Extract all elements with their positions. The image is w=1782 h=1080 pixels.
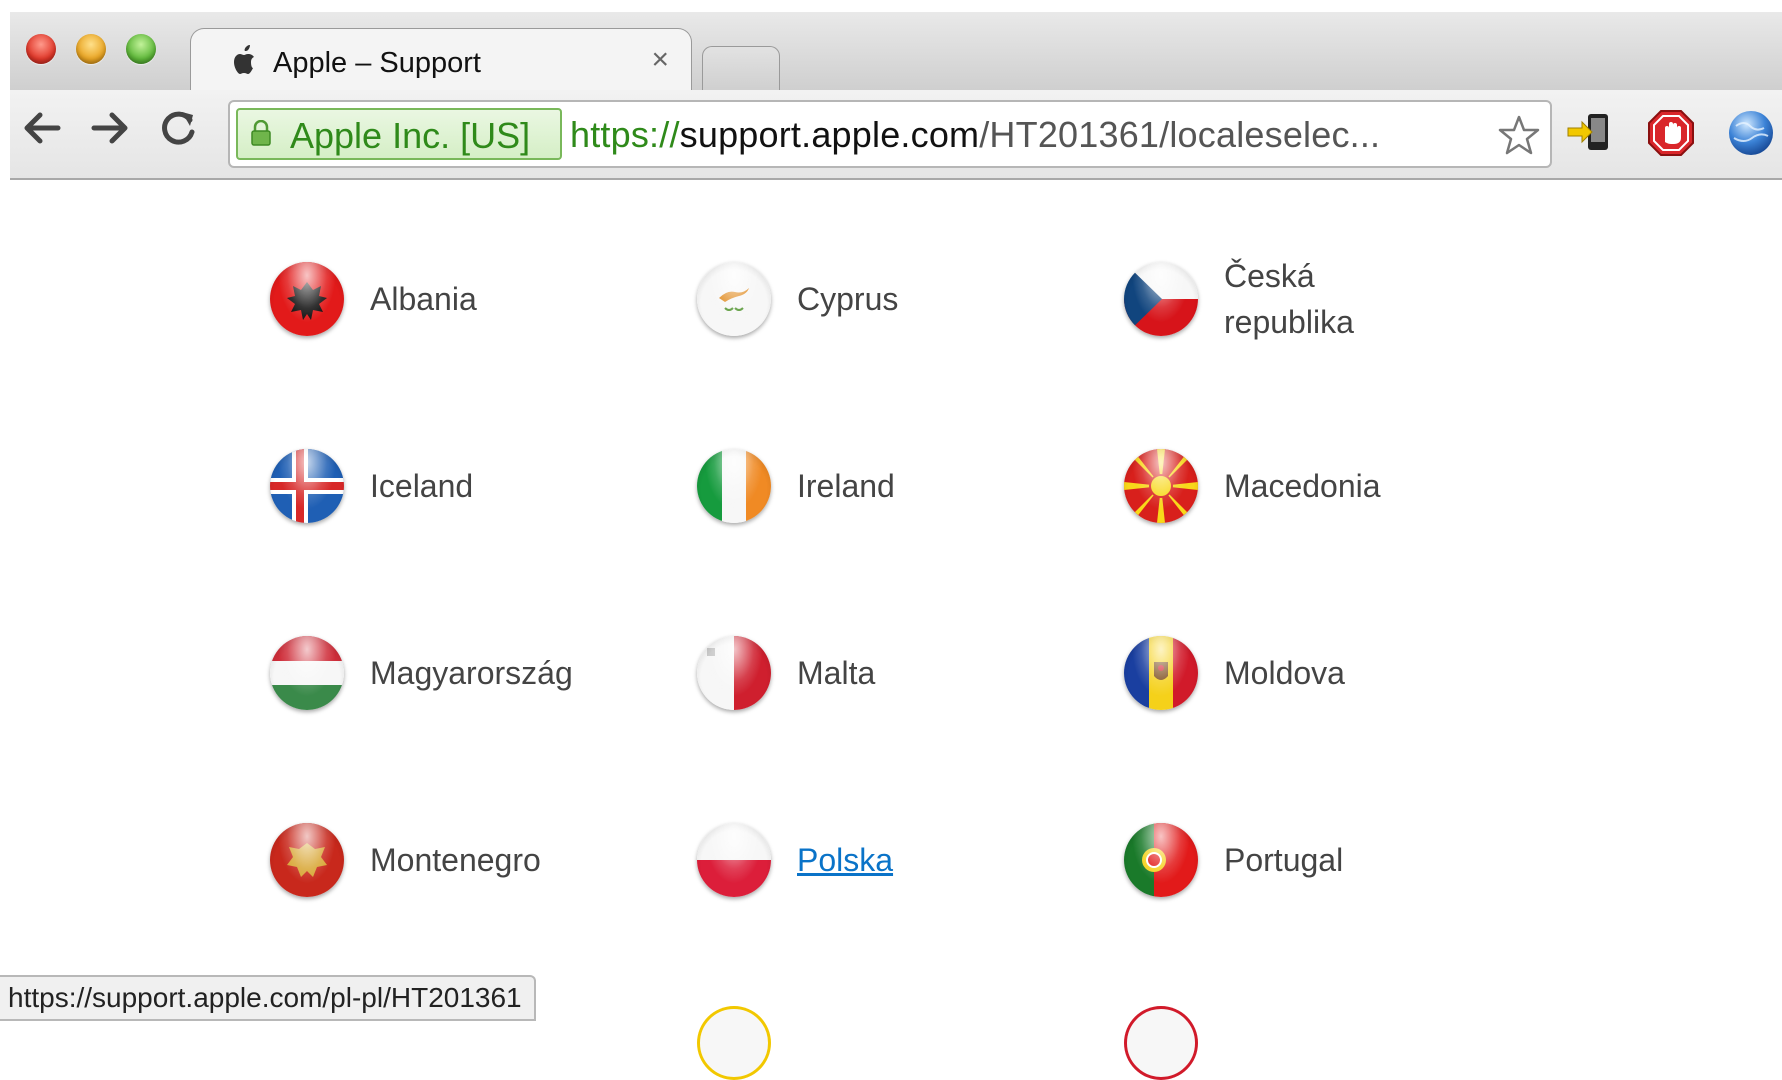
url-path: /HT201361/localeselec... bbox=[979, 114, 1381, 155]
country-item-malta[interactable]: Malta bbox=[697, 633, 875, 713]
country-item-portugal[interactable]: Portugal bbox=[1124, 820, 1343, 900]
country-name[interactable]: Magyarország bbox=[370, 650, 573, 696]
title-bar: Apple – Support × bbox=[10, 12, 1782, 95]
bookmark-star-icon[interactable] bbox=[1498, 114, 1540, 156]
country-item-polska[interactable]: Polska bbox=[697, 820, 893, 900]
country-item-iceland[interactable]: Iceland bbox=[270, 446, 473, 526]
country-item-albania[interactable]: Albania bbox=[270, 259, 477, 339]
next-row-flag-icon bbox=[1124, 1006, 1198, 1080]
tab-close-icon[interactable]: × bbox=[651, 43, 669, 77]
albania-flag-icon bbox=[270, 262, 344, 336]
portugal-flag-icon bbox=[1124, 823, 1198, 897]
cyprus-flag-icon bbox=[697, 262, 771, 336]
country-name[interactable]: Macedonia bbox=[1224, 463, 1381, 509]
back-arrow-icon[interactable] bbox=[20, 106, 64, 158]
macedonia-flag-icon bbox=[1124, 449, 1198, 523]
country-item-moldova[interactable]: Moldova bbox=[1124, 633, 1345, 713]
apple-logo-icon bbox=[231, 45, 259, 85]
country-name[interactable]: Cyprus bbox=[797, 276, 898, 322]
tab-title: Apple – Support bbox=[273, 47, 481, 79]
new-tab-button[interactable] bbox=[702, 46, 780, 91]
send-to-phone-extension-icon[interactable] bbox=[1566, 108, 1616, 158]
country-name[interactable]: Česká republika bbox=[1224, 253, 1374, 345]
reload-icon[interactable] bbox=[156, 106, 200, 158]
next-row-flag-icon bbox=[697, 1006, 771, 1080]
country-item-ceska-republika[interactable]: Česká republika bbox=[1124, 258, 1374, 340]
country-name[interactable]: Montenegro bbox=[370, 837, 541, 883]
lock-icon bbox=[251, 120, 271, 146]
address-bar[interactable]: Apple Inc. [US] https://support.apple.co… bbox=[228, 100, 1552, 168]
country-name[interactable]: Ireland bbox=[797, 463, 895, 509]
tab-apple-support[interactable]: Apple – Support × bbox=[190, 28, 692, 95]
country-item-magyarorszag[interactable]: Magyarország bbox=[270, 633, 573, 713]
country-name-link[interactable]: Polska bbox=[797, 837, 893, 883]
ireland-flag-icon bbox=[697, 449, 771, 523]
ev-organization-label: Apple Inc. [US] bbox=[290, 115, 531, 156]
country-name[interactable]: Albania bbox=[370, 276, 477, 322]
minimize-window-button[interactable] bbox=[76, 34, 106, 64]
country-name[interactable]: Malta bbox=[797, 650, 875, 696]
montenegro-flag-icon bbox=[270, 823, 344, 897]
adblock-extension-icon[interactable] bbox=[1646, 108, 1696, 158]
forward-arrow-icon[interactable] bbox=[88, 106, 132, 158]
country-item-macedonia[interactable]: Macedonia bbox=[1124, 446, 1381, 526]
country-name[interactable]: Iceland bbox=[370, 463, 473, 509]
country-name[interactable]: Moldova bbox=[1224, 650, 1345, 696]
globe-extension-icon[interactable] bbox=[1726, 108, 1776, 158]
country-item-ireland[interactable]: Ireland bbox=[697, 446, 895, 526]
ev-certificate-badge[interactable]: Apple Inc. [US] bbox=[236, 108, 562, 160]
moldova-flag-icon bbox=[1124, 636, 1198, 710]
url-scheme: https:// bbox=[570, 114, 680, 155]
country-item-cyprus[interactable]: Cyprus bbox=[697, 259, 898, 339]
zoom-window-button[interactable] bbox=[126, 34, 156, 64]
hungary-flag-icon bbox=[270, 636, 344, 710]
czech-flag-icon bbox=[1124, 262, 1198, 336]
close-window-button[interactable] bbox=[26, 34, 56, 64]
status-bar-url: https://support.apple.com/pl-pl/HT201361 bbox=[0, 975, 536, 1021]
country-name[interactable]: Portugal bbox=[1224, 837, 1343, 883]
toolbar: Apple Inc. [US] https://support.apple.co… bbox=[10, 90, 1782, 180]
url-text[interactable]: https://support.apple.com/HT201361/local… bbox=[570, 114, 1380, 156]
country-item-montenegro[interactable]: Montenegro bbox=[270, 820, 541, 900]
malta-flag-icon bbox=[697, 636, 771, 710]
url-domain: support.apple.com bbox=[679, 114, 980, 155]
iceland-flag-icon bbox=[270, 449, 344, 523]
poland-flag-icon bbox=[697, 823, 771, 897]
